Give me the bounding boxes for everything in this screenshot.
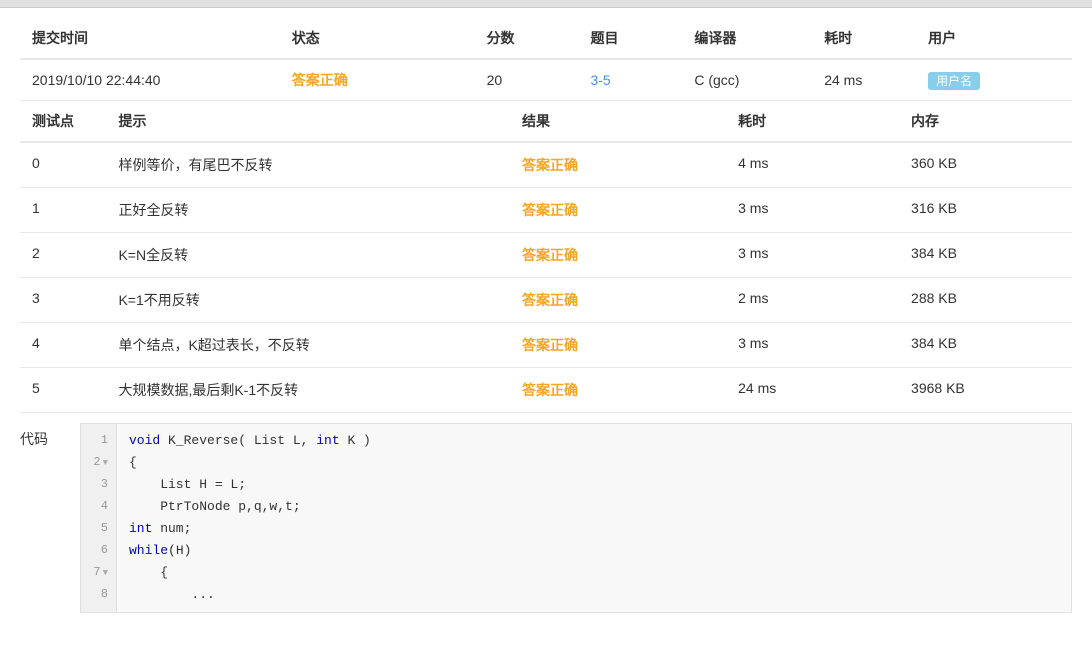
tc-col-header-result: 结果: [510, 101, 726, 142]
submission-time: 2019/10/10 22:44:40: [20, 59, 280, 101]
tc-time: 3 ms: [726, 233, 899, 278]
line-number: 4: [89, 496, 108, 518]
submission-user: 用户名: [916, 59, 1072, 101]
col-header-score: 分数: [475, 18, 579, 59]
testcase-row: 1正好全反转答案正确3 ms316 KB: [20, 188, 1072, 233]
line-number: 1: [89, 430, 108, 452]
col-header-problem: 题目: [578, 18, 682, 59]
tc-memory: 3968 KB: [899, 368, 1072, 413]
tc-col-header-time: 耗时: [726, 101, 899, 142]
col-header-compiler: 编译器: [682, 18, 812, 59]
line-number: 8: [89, 584, 108, 606]
tc-hint: 大规模数据,最后剩K-1不反转: [106, 368, 510, 413]
submission-header-row: 提交时间 状态 分数 题目 编译器 耗时 用户: [20, 18, 1072, 59]
line-number: 5: [89, 518, 108, 540]
col-header-user: 用户: [916, 18, 1072, 59]
problem-link[interactable]: 3-5: [590, 72, 610, 88]
code-block: 12345678 void K_Reverse( List L, int K )…: [80, 423, 1072, 613]
tc-hint: 单个结点，K超过表长，不反转: [106, 323, 510, 368]
status-correct-label: 答案正确: [292, 72, 348, 88]
code-lines: 12345678 void K_Reverse( List L, int K )…: [81, 424, 1071, 612]
testcase-table: 测试点 提示 结果 耗时 内存 0样例等价，有尾巴不反转答案正确4 ms360 …: [20, 101, 1072, 413]
tc-memory: 384 KB: [899, 233, 1072, 278]
tc-memory: 316 KB: [899, 188, 1072, 233]
tc-result: 答案正确: [510, 368, 726, 413]
tc-time: 3 ms: [726, 323, 899, 368]
tc-id: 4: [20, 323, 106, 368]
tc-hint: 样例等价，有尾巴不反转: [106, 142, 510, 188]
code-line: {: [129, 562, 371, 584]
tc-hint: 正好全反转: [106, 188, 510, 233]
tc-memory: 288 KB: [899, 278, 1072, 323]
submission-row: 2019/10/10 22:44:40 答案正确 20 3-5 C (gcc) …: [20, 59, 1072, 101]
col-header-time: 提交时间: [20, 18, 280, 59]
top-bar: [0, 0, 1092, 8]
code-line: ...: [129, 584, 371, 606]
tc-time: 4 ms: [726, 142, 899, 188]
code-line: int num;: [129, 518, 371, 540]
code-line: void K_Reverse( List L, int K ): [129, 430, 371, 452]
submission-score: 20: [475, 59, 579, 101]
user-tag: 用户名: [928, 72, 980, 90]
tc-id: 3: [20, 278, 106, 323]
tc-id: 5: [20, 368, 106, 413]
submission-compiler: C (gcc): [682, 59, 812, 101]
tc-col-header-mem: 内存: [899, 101, 1072, 142]
testcase-row: 5大规模数据,最后剩K-1不反转答案正确24 ms3968 KB: [20, 368, 1072, 413]
tc-id: 2: [20, 233, 106, 278]
submission-problem: 3-5: [578, 59, 682, 101]
col-header-duration: 耗时: [812, 18, 916, 59]
line-number: 2: [89, 452, 108, 474]
code-label: 代码: [20, 423, 80, 449]
tc-id: 0: [20, 142, 106, 188]
testcase-row: 0样例等价，有尾巴不反转答案正确4 ms360 KB: [20, 142, 1072, 188]
code-line: while(H): [129, 540, 371, 562]
testcase-row: 2K=N全反转答案正确3 ms384 KB: [20, 233, 1072, 278]
line-number: 6: [89, 540, 108, 562]
code-line: {: [129, 452, 371, 474]
testcase-row: 3K=1不用反转答案正确2 ms288 KB: [20, 278, 1072, 323]
tc-time: 2 ms: [726, 278, 899, 323]
main-container: 提交时间 状态 分数 题目 编译器 耗时 用户 2019/10/10 22:44…: [0, 8, 1092, 633]
tc-memory: 384 KB: [899, 323, 1072, 368]
tc-time: 3 ms: [726, 188, 899, 233]
tc-memory: 360 KB: [899, 142, 1072, 188]
tc-result: 答案正确: [510, 142, 726, 188]
submission-status: 答案正确: [280, 59, 475, 101]
testcase-header-row: 测试点 提示 结果 耗时 内存: [20, 101, 1072, 142]
tc-time: 24 ms: [726, 368, 899, 413]
tc-result: 答案正确: [510, 323, 726, 368]
code-line: PtrToNode p,q,w,t;: [129, 496, 371, 518]
tc-result: 答案正确: [510, 233, 726, 278]
line-number: 7: [89, 562, 108, 584]
tc-hint: K=N全反转: [106, 233, 510, 278]
tc-col-header-hint: 提示: [106, 101, 510, 142]
tc-result: 答案正确: [510, 188, 726, 233]
tc-id: 1: [20, 188, 106, 233]
code-section: 代码 12345678 void K_Reverse( List L, int …: [20, 423, 1072, 613]
tc-hint: K=1不用反转: [106, 278, 510, 323]
code-line: List H = L;: [129, 474, 371, 496]
line-numbers: 12345678: [81, 424, 117, 612]
tc-col-header-id: 测试点: [20, 101, 106, 142]
submission-duration: 24 ms: [812, 59, 916, 101]
col-header-status: 状态: [280, 18, 475, 59]
tc-result: 答案正确: [510, 278, 726, 323]
submission-table: 提交时间 状态 分数 题目 编译器 耗时 用户 2019/10/10 22:44…: [20, 18, 1072, 101]
testcase-row: 4单个结点，K超过表长，不反转答案正确3 ms384 KB: [20, 323, 1072, 368]
code-content: void K_Reverse( List L, int K ){ List H …: [117, 424, 383, 612]
line-number: 3: [89, 474, 108, 496]
testcase-section: 测试点 提示 结果 耗时 内存 0样例等价，有尾巴不反转答案正确4 ms360 …: [20, 101, 1072, 413]
